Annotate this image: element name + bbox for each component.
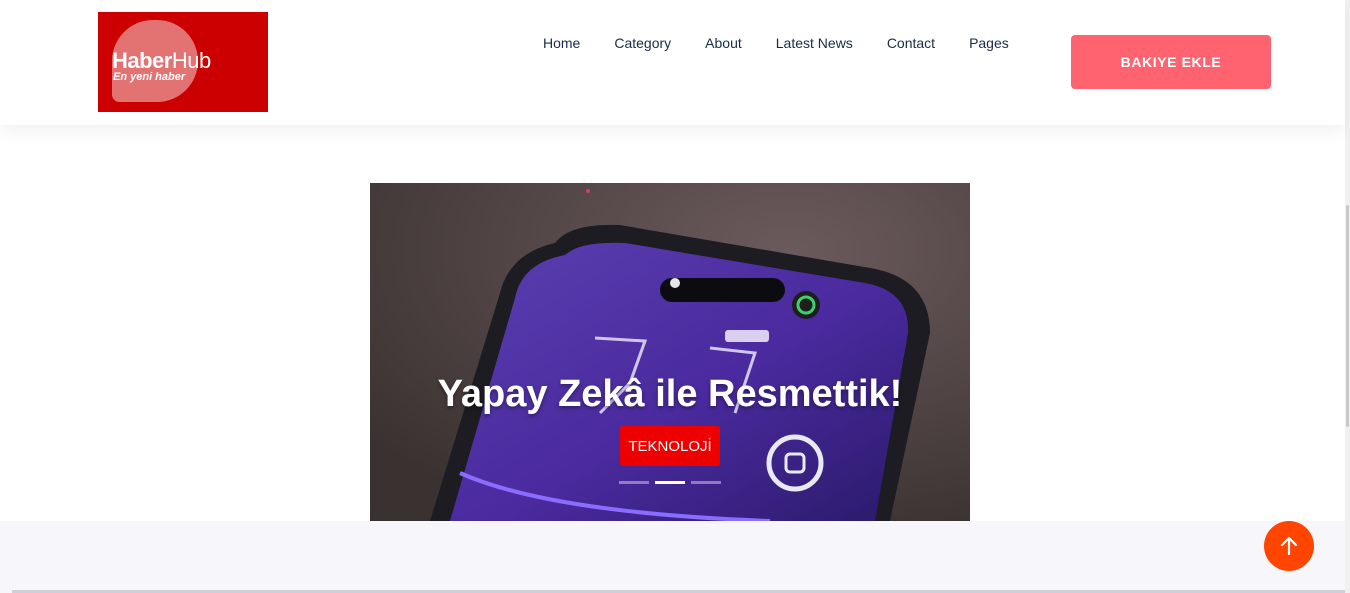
- slider-dot-3[interactable]: [691, 481, 721, 484]
- scrollbar-thumb[interactable]: [1346, 205, 1349, 427]
- category-badge[interactable]: TEKNOLOJİ: [620, 426, 720, 466]
- slide-title[interactable]: Yapay Zekâ ile Resmettik!: [370, 373, 970, 416]
- site-header: HaberHub En yeni haber Home Category Abo…: [0, 0, 1345, 125]
- slider-dot-2[interactable]: [655, 481, 685, 484]
- nav-about[interactable]: About: [705, 35, 742, 51]
- nav-latest-news[interactable]: Latest News: [776, 35, 853, 51]
- slider-dot-1[interactable]: [619, 481, 649, 484]
- nav-contact[interactable]: Contact: [887, 35, 935, 51]
- logo-tagline: En yeni haber: [113, 71, 186, 83]
- arrow-up-icon: [1280, 536, 1298, 556]
- page: HaberHub En yeni haber Home Category Abo…: [0, 0, 1350, 593]
- nav-home[interactable]: Home: [543, 35, 580, 51]
- logo-name-light: Hub: [171, 48, 211, 73]
- add-balance-button[interactable]: BAKIYE EKLE: [1071, 35, 1271, 89]
- nav-pages[interactable]: Pages: [969, 35, 1009, 51]
- featured-slider[interactable]: Yapay Zekâ ile Resmettik! TEKNOLOJİ: [370, 183, 970, 521]
- site-logo[interactable]: HaberHub En yeni haber: [98, 12, 268, 112]
- logo-name-bold: Haber: [112, 48, 172, 73]
- slide-image: [370, 183, 970, 521]
- nav-category[interactable]: Category: [614, 35, 671, 51]
- slider-pagination: [619, 481, 721, 484]
- content-section: [0, 521, 1345, 593]
- main-nav: Home Category About Latest News Contact …: [543, 35, 1009, 51]
- scroll-to-top-button[interactable]: [1264, 521, 1314, 571]
